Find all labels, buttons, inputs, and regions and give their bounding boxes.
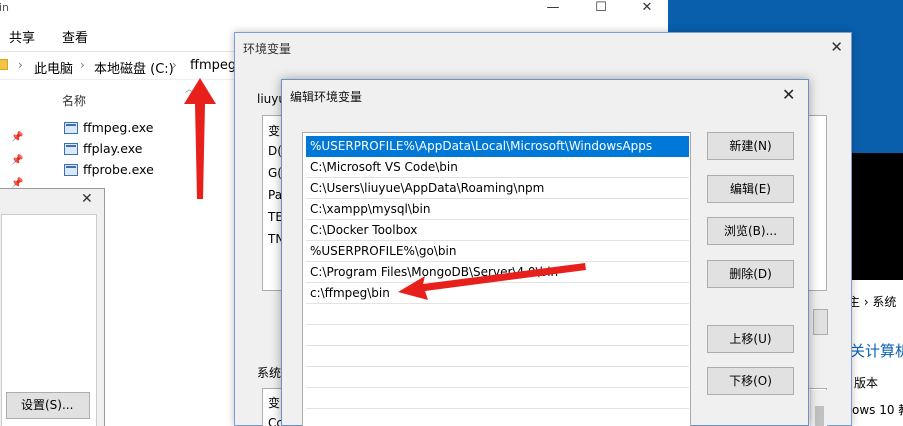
breadcrumb-ffmpeg[interactable]: ffmpeg	[190, 58, 236, 73]
new-button[interactable]: 新建(N)	[707, 132, 794, 160]
scrollbar-thumb[interactable]	[815, 406, 824, 426]
exe-file-icon	[64, 164, 78, 176]
move-down-button[interactable]: 下移(O)	[707, 367, 794, 395]
delete-button[interactable]: 删除(D)	[707, 260, 794, 288]
empty-path-row[interactable]	[306, 409, 689, 426]
dark-panel	[852, 153, 903, 280]
about-title: 关计算机	[850, 342, 903, 360]
column-header-name[interactable]: 名称	[62, 92, 86, 109]
close-icon[interactable]: ✕	[81, 191, 93, 207]
path-item[interactable]: c:\ffmpeg\bin	[306, 283, 689, 304]
breadcrumb-local-disk[interactable]: 本地磁盘 (C:)	[94, 58, 174, 77]
path-item[interactable]: C:\Microsoft VS Code\bin	[306, 157, 689, 178]
path-item[interactable]: %USERPROFILE%\AppData\Local\Microsoft\Wi…	[306, 136, 689, 157]
close-icon[interactable]: ✕	[782, 85, 795, 104]
breadcrumb-this-pc[interactable]: 此电脑	[34, 58, 73, 77]
settings-button[interactable]: 设置(S)...	[6, 392, 90, 419]
system-variables-label: 系统	[257, 366, 282, 380]
path-item[interactable]: C:\Users\liuyue\AppData\Roaming\npm	[306, 178, 689, 199]
list-item[interactable]: 变	[268, 122, 280, 139]
pin-icon: 📌	[11, 132, 24, 143]
user-variables-button[interactable]	[813, 309, 828, 335]
browse-button[interactable]: 浏览(B)...	[707, 217, 794, 245]
version-label: 版本	[854, 376, 879, 390]
path-list[interactable]: %USERPROFILE%\AppData\Local\Microsoft\Wi…	[302, 132, 691, 426]
exe-file-icon	[64, 122, 78, 134]
windows-edition: ows 10 教	[852, 403, 903, 417]
explorer-title: bin	[0, 1, 10, 14]
close-icon[interactable]: ✕	[830, 38, 843, 56]
breadcrumb-separator-icon: ›	[18, 58, 23, 72]
maximize-icon[interactable]: ☐	[578, 0, 624, 18]
list-item[interactable]: Pa	[268, 188, 282, 202]
explorer-titlebar: bin — ☐ ✕	[0, 0, 668, 18]
list-item[interactable]: G(	[268, 166, 282, 180]
close-icon[interactable]: ✕	[624, 0, 670, 18]
system-properties-dialog: ✕ 设置(S)...	[0, 188, 105, 426]
sort-up-icon: ︿	[185, 85, 195, 95]
scrollbar[interactable]	[810, 390, 827, 426]
path-item[interactable]: %USERPROFILE%\go\bin	[306, 241, 689, 262]
list-item[interactable]: D(	[268, 144, 282, 158]
folder-icon	[0, 59, 8, 70]
dialog-title: 环境变量	[243, 42, 292, 56]
file-item[interactable]: ffplay.exe	[64, 141, 142, 159]
pin-icon: 📌	[11, 155, 24, 166]
breadcrumb-separator-icon: ›	[80, 58, 85, 72]
breadcrumb-separator-icon: ›	[172, 58, 177, 72]
dialog-content: 设置(S)...	[1, 214, 97, 426]
empty-path-row[interactable]	[306, 388, 689, 409]
empty-path-row[interactable]	[306, 304, 689, 325]
file-item[interactable]: ffprobe.exe	[64, 162, 154, 180]
empty-path-row[interactable]	[306, 367, 689, 388]
edit-button[interactable]: 编辑(E)	[707, 175, 794, 203]
list-item[interactable]: 变	[268, 394, 280, 411]
empty-path-row[interactable]	[306, 346, 689, 367]
path-item[interactable]: C:\xampp\mysql\bin	[306, 199, 689, 220]
empty-path-row[interactable]	[306, 325, 689, 346]
edit-environment-variable-dialog: 编辑环境变量 ✕ %USERPROFILE%\AppData\Local\Mic…	[281, 79, 809, 426]
dialog-title: 编辑环境变量	[290, 90, 363, 104]
path-item[interactable]: C:\Program Files\MongoDB\Server\4.0\bin	[306, 262, 689, 283]
tab-view[interactable]: 查看	[62, 27, 88, 46]
tab-share[interactable]: 共享	[9, 27, 35, 46]
move-up-button[interactable]: 上移(U)	[707, 325, 794, 353]
exe-file-icon	[64, 143, 78, 155]
settings-breadcrumb[interactable]: 主 › 系统	[848, 293, 896, 310]
minimize-icon[interactable]: —	[530, 0, 576, 18]
path-item[interactable]: C:\Docker Toolbox	[306, 220, 689, 241]
file-item[interactable]: ffmpeg.exe	[64, 120, 154, 138]
